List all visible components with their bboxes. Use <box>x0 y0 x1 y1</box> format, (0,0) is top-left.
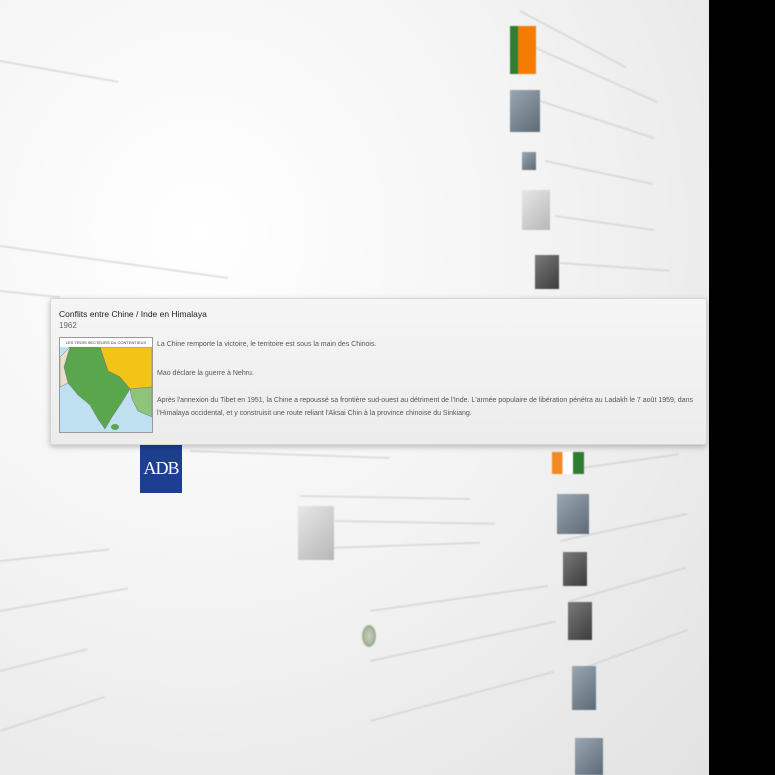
event-text-paragraph: Mao déclare la guerre à Nehru. <box>157 370 254 377</box>
event-thumbnail[interactable] <box>362 625 376 647</box>
timeline-line <box>0 245 228 280</box>
timeline-line <box>554 215 655 231</box>
timeline-line <box>519 40 658 103</box>
event-title: Conflits entre Chine / Inde en Himalaya <box>59 309 207 319</box>
event-thumbnail[interactable] <box>557 494 589 534</box>
event-thumbnail[interactable] <box>575 738 603 775</box>
event-thumbnail[interactable] <box>510 26 536 74</box>
event-text-paragraph: Après l'annexion du Tibet en 1951, la Ch… <box>157 397 693 417</box>
event-thumbnail[interactable] <box>522 152 536 170</box>
timeline-canvas[interactable]: ADB Conflits entre Chine / Inde en Himal… <box>0 0 709 775</box>
timeline-line <box>559 262 670 272</box>
india-map-illustration <box>60 347 152 432</box>
event-text-paragraph: La Chine remporte la victoire, le territ… <box>157 341 377 348</box>
timeline-line <box>0 587 129 612</box>
event-thumbnail[interactable] <box>522 190 550 230</box>
event-thumbnail[interactable] <box>535 255 559 289</box>
timeline-line <box>369 584 549 612</box>
event-thumbnail[interactable] <box>563 552 587 586</box>
timeline-line <box>0 60 119 83</box>
event-thumbnail[interactable] <box>298 506 334 560</box>
event-thumbnail[interactable] <box>510 90 540 132</box>
event-map-image[interactable]: LES TROIS SECTEURS DU CONTENTIEUX SINO-I… <box>59 337 153 433</box>
adb-logo[interactable]: ADB <box>140 443 182 493</box>
event-thumbnail[interactable] <box>552 452 584 474</box>
event-year: 1962 <box>59 321 77 330</box>
timeline-line <box>299 495 470 500</box>
timeline-line <box>0 696 105 732</box>
timeline-line <box>0 290 60 299</box>
timeline-line <box>539 100 655 140</box>
timeline-line <box>369 670 554 722</box>
timeline-line <box>334 520 495 525</box>
timeline-line <box>0 648 88 672</box>
map-heading: LES TROIS SECTEURS DU CONTENTIEUX SINO-I… <box>60 338 152 354</box>
timeline-line <box>544 160 653 185</box>
window-edge <box>709 0 775 775</box>
timeline-line <box>369 620 557 662</box>
timeline-line <box>569 566 686 602</box>
timeline-line <box>0 548 110 562</box>
event-thumbnail[interactable] <box>572 666 596 710</box>
event-popup-card[interactable]: Conflits entre Chine / Inde en Himalaya … <box>50 298 707 445</box>
timeline-line <box>189 450 390 459</box>
event-thumbnail[interactable] <box>568 602 592 640</box>
